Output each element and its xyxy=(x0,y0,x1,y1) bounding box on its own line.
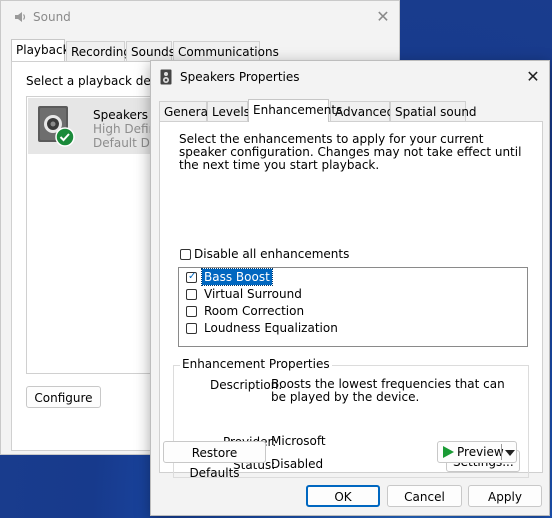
tab-general[interactable]: General xyxy=(159,101,211,121)
disable-all-checkbox[interactable] xyxy=(180,249,191,260)
preview-button[interactable]: Preview xyxy=(437,441,517,463)
enhancement-label: Loudness Equalization xyxy=(204,321,338,335)
sound-window-title: Sound xyxy=(33,10,71,24)
apply-button[interactable]: Apply xyxy=(468,485,542,507)
bass-boost-checkbox[interactable]: ✓ xyxy=(186,271,197,283)
cancel-button[interactable]: Cancel xyxy=(387,485,462,507)
tab-recording[interactable]: Recording xyxy=(66,41,131,61)
speakers-properties-dialog: Speakers Properties ✕ General Levels Enh… xyxy=(150,60,550,516)
enhancement-item-loudness-equalization[interactable]: Loudness Equalization xyxy=(179,320,519,336)
room-correction-checkbox[interactable] xyxy=(186,306,197,317)
enhancements-list[interactable]: ✓ Bass Boost Virtual Surround Room Corre… xyxy=(178,267,528,347)
tab-playback[interactable]: Playback xyxy=(11,39,70,61)
virtual-surround-checkbox[interactable] xyxy=(186,289,197,300)
speaker-device-icon xyxy=(38,106,75,147)
tab-communications[interactable]: Communications xyxy=(173,41,279,61)
enhancement-item-bass-boost[interactable]: ✓ Bass Boost xyxy=(179,268,519,286)
enhancement-item-room-correction[interactable]: Room Correction xyxy=(179,303,519,319)
preview-separator xyxy=(501,444,502,460)
device-item-speakers[interactable]: Speakers High Defini Default Dev xyxy=(28,98,164,154)
description-value: Boosts the lowest frequencies that can b… xyxy=(271,377,505,404)
enhancement-label: Bass Boost xyxy=(201,268,273,286)
chevron-down-icon[interactable] xyxy=(505,450,515,456)
enhancement-label: Room Correction xyxy=(204,304,305,318)
tab-sounds[interactable]: Sounds xyxy=(126,41,175,61)
restore-defaults-button[interactable]: Restore Defaults xyxy=(163,441,266,480)
tab-enhancements[interactable]: Enhancements xyxy=(248,99,342,122)
configure-button[interactable]: Configure xyxy=(26,386,101,408)
preview-label: Preview xyxy=(457,445,504,459)
provider-value: Microsoft xyxy=(271,434,326,448)
tab-levels[interactable]: Levels xyxy=(207,101,250,121)
device-name: Speakers xyxy=(93,108,149,122)
sound-titlebar[interactable]: Sound ✕ xyxy=(1,1,399,33)
ok-button[interactable]: OK xyxy=(306,485,380,507)
loudness-equalization-checkbox[interactable] xyxy=(186,323,197,334)
enhancement-label: Virtual Surround xyxy=(204,287,302,301)
check-icon: ✓ xyxy=(188,271,197,282)
enhancement-item-virtual-surround[interactable]: Virtual Surround xyxy=(179,286,519,302)
props-close-icon[interactable]: ✕ xyxy=(523,67,543,87)
enhancement-properties-title: Enhancement Properties xyxy=(180,357,332,371)
disable-all-label[interactable]: Disable all enhancements xyxy=(194,247,349,261)
speaker-app-icon xyxy=(15,12,26,22)
enhancements-instructions: Select the enhancements to apply for you… xyxy=(179,132,522,172)
speaker-icon xyxy=(160,69,172,85)
sound-close-icon[interactable]: ✕ xyxy=(373,7,393,27)
props-titlebar[interactable]: Speakers Properties ✕ xyxy=(151,61,549,93)
status-value: Disabled xyxy=(271,457,324,471)
props-window-title: Speakers Properties xyxy=(180,70,300,84)
enhancements-panel: Select the enhancements to apply for you… xyxy=(159,121,543,478)
tab-spatial-sound[interactable]: Spatial sound xyxy=(390,101,477,121)
play-icon xyxy=(443,446,454,458)
